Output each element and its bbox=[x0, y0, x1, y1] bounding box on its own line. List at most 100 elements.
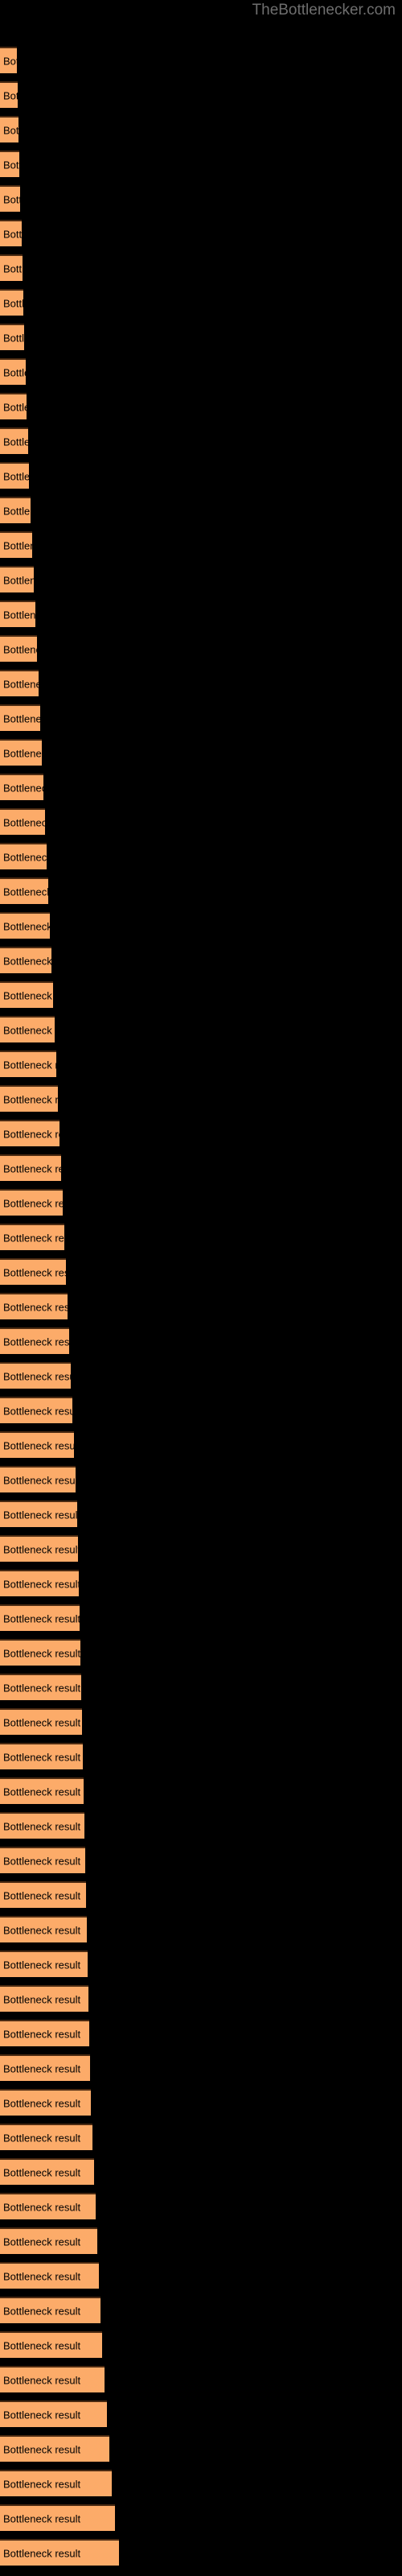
bar[interactable]: Bottleneck result bbox=[0, 2158, 94, 2185]
bar[interactable]: Bottleneck result bbox=[0, 912, 50, 939]
bar-label: Bottleneck result bbox=[3, 2547, 81, 2559]
bar[interactable]: Bottleneck result bbox=[0, 1985, 88, 2012]
bar-label: Bottleneck result bbox=[3, 89, 18, 101]
bar-label: Bottleneck result bbox=[3, 1197, 63, 1209]
bar[interactable]: Bottleneck result bbox=[0, 185, 20, 212]
bar[interactable]: Bottleneck result bbox=[0, 947, 51, 973]
bar-label: Bottleneck result bbox=[3, 332, 24, 344]
bar-label: Bottleneck result bbox=[3, 1370, 71, 1382]
bar[interactable]: Bottleneck result bbox=[0, 1431, 74, 1458]
bar-label: Bottleneck result bbox=[3, 1612, 80, 1624]
bar[interactable]: Bottleneck result bbox=[0, 220, 22, 246]
bar-label: Bottleneck result bbox=[3, 228, 22, 240]
bar[interactable]: Bottleneck result bbox=[0, 877, 48, 904]
bar-label: Bottleneck result bbox=[3, 1993, 81, 2005]
bar[interactable]: Bottleneck result bbox=[0, 2539, 119, 2566]
bar[interactable]: Bottleneck result bbox=[0, 1189, 63, 1216]
bar-label: Bottleneck result bbox=[3, 2478, 81, 2490]
bar[interactable]: Bottleneck result bbox=[0, 151, 19, 177]
bar[interactable]: Bottleneck result bbox=[0, 2124, 92, 2150]
bottleneck-bar-chart: TheBottlenecker.com Bottleneck resultBot… bbox=[0, 0, 402, 2576]
bar[interactable]: Bottleneck result bbox=[0, 47, 17, 73]
bar[interactable]: Bottleneck result bbox=[0, 635, 37, 662]
bar-label: Bottleneck result bbox=[3, 1128, 59, 1140]
bar[interactable]: Bottleneck result bbox=[0, 1397, 72, 1423]
bar[interactable]: Bottleneck result bbox=[0, 1570, 79, 1596]
bar[interactable]: Bottleneck result bbox=[0, 601, 35, 627]
bar-label: Bottleneck result bbox=[3, 2166, 81, 2178]
bar[interactable]: Bottleneck result bbox=[0, 1639, 80, 1666]
bar[interactable]: Bottleneck result bbox=[0, 254, 23, 281]
bar[interactable]: Bottleneck result bbox=[0, 81, 18, 108]
bar[interactable]: Bottleneck result bbox=[0, 427, 28, 454]
bar-label: Bottleneck result bbox=[3, 470, 29, 482]
bar[interactable]: Bottleneck result bbox=[0, 1051, 56, 1077]
bar[interactable]: Bottleneck result bbox=[0, 1604, 80, 1631]
bar-label: Bottleneck result bbox=[3, 2097, 81, 2109]
bar[interactable]: Bottleneck result bbox=[0, 2297, 100, 2323]
bar-label: Bottleneck result bbox=[3, 1059, 56, 1071]
bar-label: Bottleneck result bbox=[3, 1578, 79, 1590]
bar[interactable]: Bottleneck result bbox=[0, 704, 40, 731]
bar[interactable]: Bottleneck result bbox=[0, 566, 34, 592]
bar[interactable]: Bottleneck result bbox=[0, 1362, 71, 1389]
bar[interactable]: Bottleneck result bbox=[0, 2193, 96, 2219]
bar[interactable]: Bottleneck result bbox=[0, 2262, 99, 2289]
bar[interactable]: Bottleneck result bbox=[0, 1708, 82, 1735]
bar[interactable]: Bottleneck result bbox=[0, 1847, 85, 1873]
bar[interactable]: Bottleneck result bbox=[0, 358, 26, 385]
bar-label: Bottleneck result bbox=[3, 2443, 81, 2455]
bar[interactable]: Bottleneck result bbox=[0, 1120, 59, 1146]
bar[interactable]: Bottleneck result bbox=[0, 2331, 102, 2358]
bar-label: Bottleneck result bbox=[3, 1751, 81, 1763]
bar[interactable]: Bottleneck result bbox=[0, 1674, 81, 1700]
bar-label: Bottleneck result bbox=[3, 816, 45, 828]
bar[interactable]: Bottleneck result bbox=[0, 1881, 86, 1908]
bar[interactable]: Bottleneck result bbox=[0, 2089, 91, 2116]
bar[interactable]: Bottleneck result bbox=[0, 739, 42, 766]
bar[interactable]: Bottleneck result bbox=[0, 1466, 76, 1492]
bar[interactable]: Bottleneck result bbox=[0, 774, 43, 800]
bar[interactable]: Bottleneck result bbox=[0, 2054, 90, 2081]
bar-label: Bottleneck result bbox=[3, 1439, 74, 1451]
bar[interactable]: Bottleneck result bbox=[0, 2366, 105, 2392]
bar[interactable]: Bottleneck result bbox=[0, 2435, 109, 2462]
bar-label: Bottleneck result bbox=[3, 505, 31, 517]
bar[interactable]: Bottleneck result bbox=[0, 981, 53, 1008]
bar-label: Bottleneck result bbox=[3, 1924, 81, 1936]
bar-label: Bottleneck result bbox=[3, 886, 48, 898]
bar[interactable]: Bottleneck result bbox=[0, 1812, 84, 1839]
bar[interactable]: Bottleneck result bbox=[0, 1258, 66, 1285]
bar[interactable]: Bottleneck result bbox=[0, 462, 29, 489]
bar[interactable]: Bottleneck result bbox=[0, 1916, 87, 1942]
bar-label: Bottleneck result bbox=[3, 2409, 81, 2421]
bar[interactable]: Bottleneck result bbox=[0, 393, 27, 419]
bar[interactable]: Bottleneck result bbox=[0, 531, 32, 558]
bar-label: Bottleneck result bbox=[3, 920, 50, 932]
bar[interactable]: Bottleneck result bbox=[0, 497, 31, 523]
bar[interactable]: Bottleneck result bbox=[0, 1327, 69, 1354]
bar[interactable]: Bottleneck result bbox=[0, 670, 39, 696]
bar[interactable]: Bottleneck result bbox=[0, 1154, 61, 1181]
bar[interactable]: Bottleneck result bbox=[0, 2401, 107, 2427]
bar[interactable]: Bottleneck result bbox=[0, 1224, 64, 1250]
bar[interactable]: Bottleneck result bbox=[0, 1777, 84, 1804]
bar-label: Bottleneck result bbox=[3, 2201, 81, 2213]
bar[interactable]: Bottleneck result bbox=[0, 1951, 88, 1977]
bar[interactable]: Bottleneck result bbox=[0, 289, 23, 316]
bar[interactable]: Bottleneck result bbox=[0, 1085, 58, 1112]
bar-label: Bottleneck result bbox=[3, 1405, 72, 1417]
bar[interactable]: Bottleneck result bbox=[0, 808, 45, 835]
bar[interactable]: Bottleneck result bbox=[0, 1535, 78, 1562]
bar[interactable]: Bottleneck result bbox=[0, 1016, 55, 1042]
bar[interactable]: Bottleneck result bbox=[0, 2020, 89, 2046]
bar[interactable]: Bottleneck result bbox=[0, 1293, 68, 1319]
bar[interactable]: Bottleneck result bbox=[0, 324, 24, 350]
bar[interactable]: Bottleneck result bbox=[0, 1743, 83, 1769]
bar[interactable]: Bottleneck result bbox=[0, 2227, 97, 2254]
bar[interactable]: Bottleneck result bbox=[0, 2504, 115, 2531]
bar[interactable]: Bottleneck result bbox=[0, 1501, 77, 1527]
bar[interactable]: Bottleneck result bbox=[0, 843, 47, 869]
bar[interactable]: Bottleneck result bbox=[0, 2470, 112, 2496]
bar[interactable]: Bottleneck result bbox=[0, 116, 18, 142]
